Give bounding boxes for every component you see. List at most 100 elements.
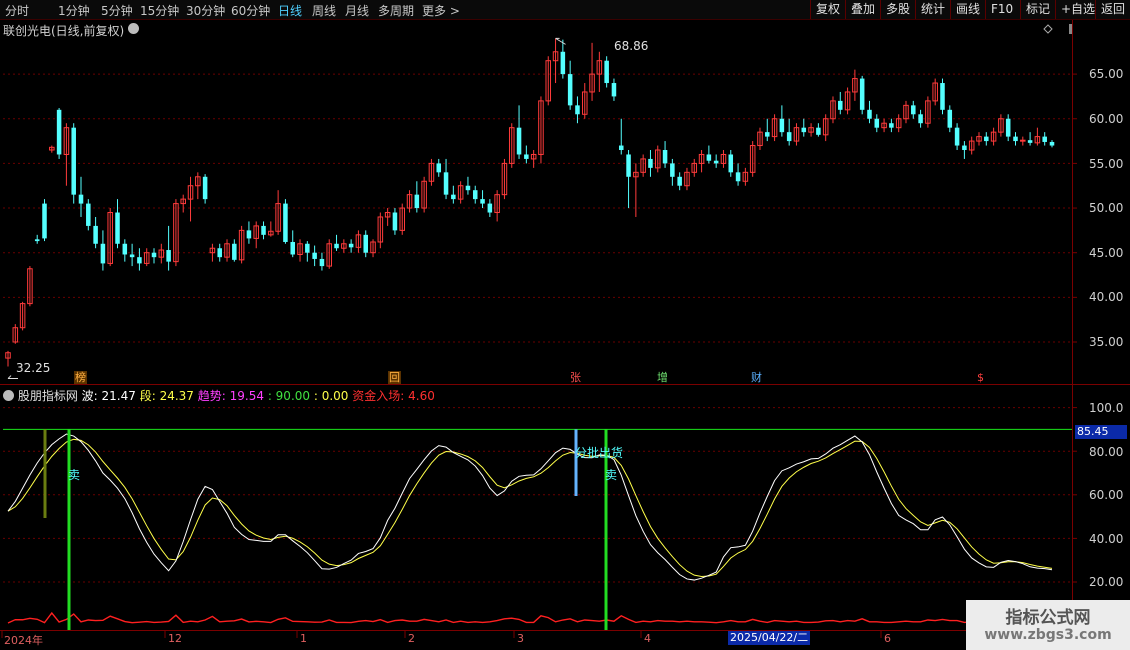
chart-svg[interactable]: [0, 0, 1130, 650]
candle-body: [575, 105, 580, 115]
chevron-down-icon[interactable]: [128, 23, 139, 34]
candle-body: [363, 234, 368, 253]
duan-line: [7, 438, 1053, 578]
indicator-axis-label: 40.00: [1089, 532, 1124, 546]
high-price-label: 68.86: [614, 39, 649, 53]
scroll-handle: [1069, 24, 1072, 34]
candle-body: [874, 118, 880, 128]
candle-body: [626, 154, 631, 177]
candle-body: [472, 190, 478, 200]
cursor-date-tag: 2025/04/22/二: [728, 631, 811, 645]
candle-body: [889, 123, 894, 128]
bo-label: 波:: [81, 389, 102, 403]
candle-body: [443, 172, 449, 195]
current-value-tag: 85.45: [1075, 425, 1127, 439]
candle-body: [838, 100, 843, 110]
time-axis-label: 1: [300, 632, 307, 645]
candle-body: [779, 118, 785, 133]
price-axis-label: 45.00: [1089, 246, 1124, 260]
candle-body: [786, 132, 792, 142]
price-axis-label: 65.00: [1089, 67, 1124, 81]
candle-body: [567, 74, 573, 106]
time-axis-label: 12: [168, 632, 182, 645]
candle-body: [348, 243, 354, 248]
sell-signal-text: 卖: [605, 468, 618, 482]
candle-body: [1049, 141, 1055, 146]
candle-body: [1013, 136, 1018, 142]
candle-body: [283, 203, 288, 242]
candle-body: [611, 83, 617, 97]
price-axis-label: 40.00: [1089, 290, 1124, 304]
candle-body: [560, 51, 566, 75]
sell-signal-text: 卖: [68, 468, 81, 482]
candle-body: [78, 194, 84, 204]
diamond-icon: [1043, 24, 1053, 34]
candle-body: [56, 109, 62, 155]
time-axis-label: 2024年: [4, 634, 43, 647]
candle-body: [947, 109, 953, 128]
chevron-down-icon[interactable]: [3, 390, 14, 401]
candle-body: [765, 132, 770, 137]
candle-body: [728, 154, 734, 173]
candle-body: [662, 150, 668, 164]
candle-body: [414, 194, 420, 209]
candle-body: [290, 241, 295, 255]
candle-body: [166, 250, 171, 262]
candle-body: [436, 163, 442, 173]
price-axis-label: 60.00: [1089, 112, 1124, 126]
candle-body: [246, 230, 252, 239]
watermark-title: 指标公式网: [1005, 608, 1091, 628]
candle-body: [713, 160, 719, 164]
price-axis-label: 35.00: [1089, 335, 1124, 349]
high-pointer: [555, 37, 566, 45]
time-axis-label: 2: [408, 632, 415, 645]
fund-label: 资金入场:: [352, 389, 409, 403]
price-axis-label: 50.00: [1089, 201, 1124, 215]
bo-value: 21.47: [101, 389, 136, 403]
duan-label: 段:: [139, 389, 160, 403]
trend-value: 19.54: [229, 389, 264, 403]
candle-body: [480, 199, 485, 204]
indicator-axis-label: 80.00: [1089, 445, 1124, 459]
indicator-name: 股朋指标网: [17, 389, 78, 403]
event-marker[interactable]: $: [976, 371, 985, 384]
candle-body: [801, 127, 807, 133]
event-marker[interactable]: 回: [388, 371, 401, 384]
indicator-axis-label: 60.00: [1089, 488, 1124, 502]
indicator-axis-label: 100.0: [1089, 401, 1124, 415]
event-marker[interactable]: 张: [569, 371, 582, 384]
price-axis-label: 55.00: [1089, 157, 1124, 171]
candle-body: [34, 239, 40, 242]
indicator-header: 股朋指标网 波: 21.47 段: 24.37 趋势: 19.54 : 90.0…: [3, 387, 435, 404]
low-price-label: 32.25: [16, 361, 51, 375]
candle-body: [122, 243, 128, 255]
time-axis-label: 3: [517, 632, 524, 645]
candle-body: [911, 105, 916, 115]
candle-body: [735, 172, 741, 182]
event-marker[interactable]: 增: [656, 371, 669, 384]
candle-body: [1005, 118, 1011, 137]
candle-body: [816, 127, 821, 135]
candle-body: [618, 145, 624, 151]
candle-body: [305, 243, 310, 253]
event-marker[interactable]: 财: [750, 371, 763, 384]
indicator-axis-label: 20.00: [1089, 575, 1124, 589]
candle-body: [670, 163, 675, 177]
candle-body: [100, 243, 106, 264]
candle-body: [129, 254, 135, 258]
candle-body: [918, 114, 923, 124]
candle-body: [524, 154, 529, 159]
candle-body: [86, 203, 91, 226]
fund-line: [7, 611, 1053, 624]
event-marker[interactable]: 榜: [74, 371, 87, 384]
candle-body: [648, 158, 653, 168]
candle-body: [940, 83, 945, 110]
candle-body: [859, 78, 865, 110]
candle-body: [392, 212, 398, 231]
zero-value: : 0.00: [313, 389, 349, 403]
trend-label: 趋势:: [197, 389, 230, 403]
candle-body: [319, 258, 325, 267]
candle-body: [962, 145, 967, 151]
watermark-url: www.zbgs3.com: [984, 627, 1112, 643]
time-axis-label: 6: [884, 632, 891, 645]
